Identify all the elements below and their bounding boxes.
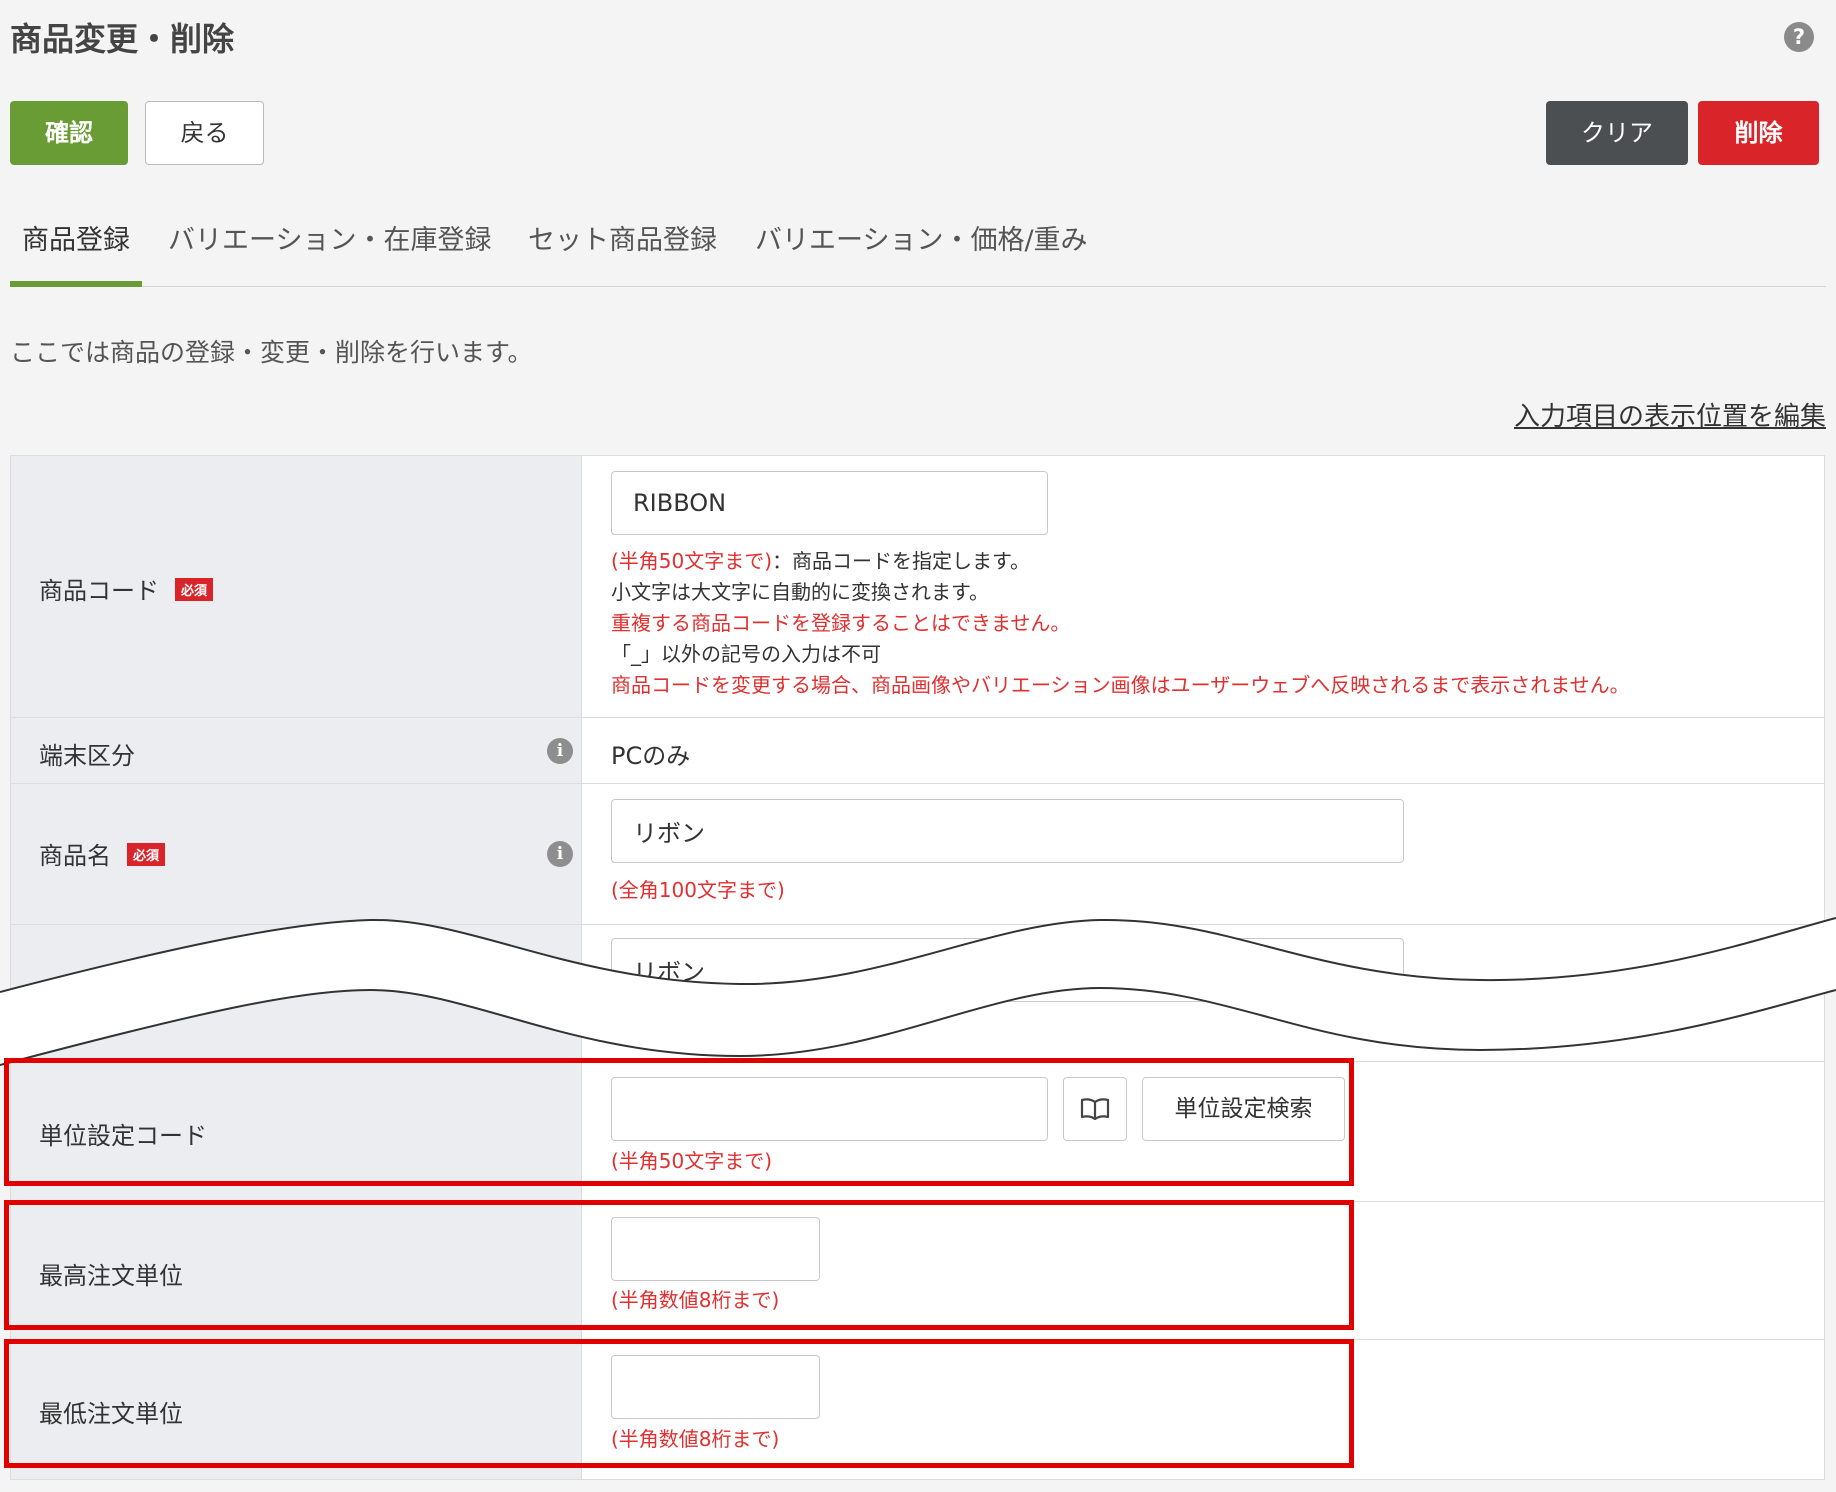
tab-variation-stock[interactable]: バリエーション・在庫登録 — [168, 218, 491, 257]
edit-layout-link[interactable]: 入力項目の表示位置を編集 — [1514, 396, 1826, 433]
confirm-button[interactable]: 確認 — [10, 101, 128, 165]
back-button[interactable]: 戻る — [145, 101, 264, 165]
highlight-max-order-unit — [4, 1200, 1354, 1330]
info-icon[interactable]: i — [547, 738, 573, 764]
product-code-label: 商品コード 必須 — [39, 571, 214, 606]
highlight-min-order-unit — [4, 1339, 1354, 1468]
clear-button[interactable]: クリア — [1546, 101, 1688, 165]
row-divider — [11, 783, 1824, 784]
help-icon[interactable]: ? — [1784, 22, 1814, 52]
tab-product-registration[interactable]: 商品登録 — [22, 218, 130, 257]
intro-text: ここでは商品の登録・変更・削除を行います。 — [10, 338, 533, 367]
required-badge: 必須 — [175, 578, 214, 601]
required-badge: 必須 — [127, 843, 166, 866]
product-name-label: 商品名 必須 — [39, 836, 166, 871]
device-type-value: PCのみ — [611, 742, 691, 770]
product-name-input[interactable]: リボン — [611, 799, 1404, 863]
omission-wave — [0, 917, 1836, 1066]
product-code-hint: (半角50文字まで)：商品コードを指定します。 小文字は大文字に自動的に変換され… — [611, 549, 1630, 697]
tab-bar: 商品登録 バリエーション・在庫登録 セット商品登録 バリエーション・価格/重み — [10, 212, 1826, 287]
tab-set-product[interactable]: セット商品登録 — [528, 218, 717, 257]
page-title: 商品変更・削除 — [10, 20, 235, 58]
row-divider — [11, 717, 1824, 718]
tab-variation-price-weight[interactable]: バリエーション・価格/重み — [755, 218, 1088, 257]
product-code-input[interactable]: RIBBON — [611, 471, 1048, 535]
info-icon[interactable]: i — [547, 841, 573, 867]
active-tab-indicator — [10, 281, 142, 287]
delete-button[interactable]: 削除 — [1698, 101, 1819, 165]
highlight-unit-setting-code — [4, 1058, 1354, 1186]
device-type-label: 端末区分 — [39, 742, 135, 770]
